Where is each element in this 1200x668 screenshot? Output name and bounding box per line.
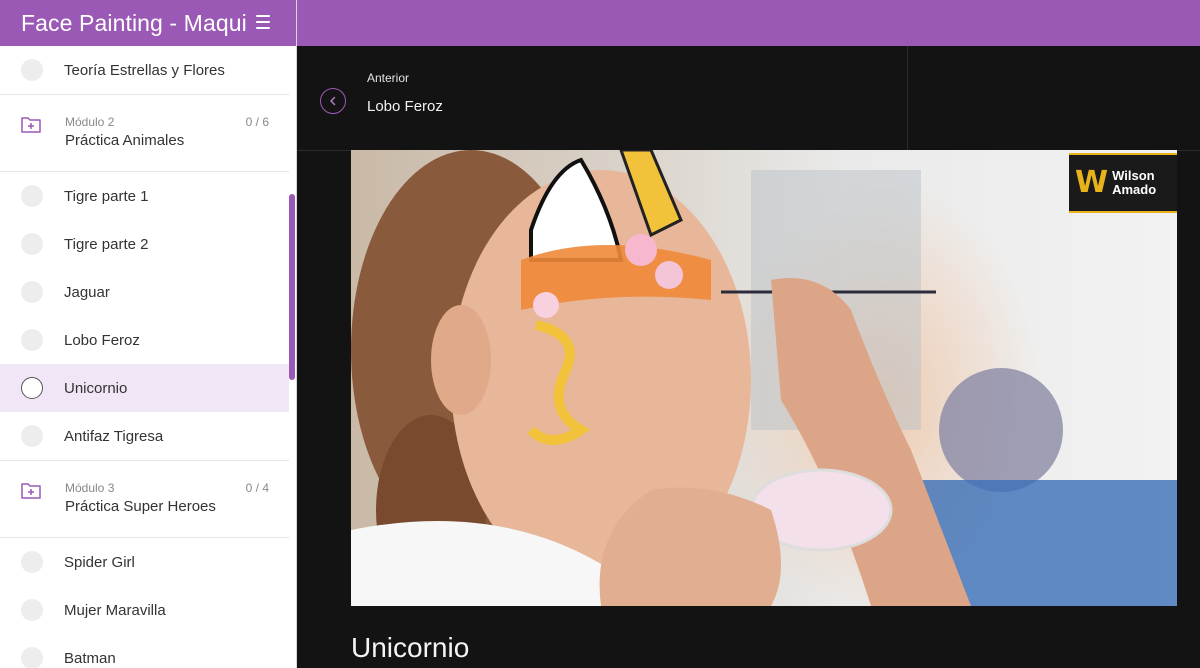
nav-divider — [907, 46, 908, 150]
lesson-status-circle — [21, 233, 43, 255]
module-progress: 0 / 6 — [245, 115, 269, 129]
lesson-status-circle — [21, 551, 43, 573]
video-player[interactable]: W Wilson Amado — [351, 150, 1177, 606]
lesson-item[interactable]: Antifaz Tigresa — [0, 412, 289, 461]
previous-lesson-button[interactable] — [320, 88, 346, 114]
logo-line2: Amado — [1112, 182, 1157, 197]
lesson-label: Jaguar — [64, 283, 110, 301]
lesson-list: Teoría Estrellas y Flores Módulo 2 Práct… — [0, 46, 289, 668]
lesson-item[interactable]: Jaguar — [0, 268, 289, 316]
lesson-item-active[interactable]: Unicornio — [0, 364, 289, 412]
lesson-status-circle — [21, 425, 43, 447]
lesson-item[interactable]: Teoría Estrellas y Flores — [0, 46, 289, 95]
channel-logo: W Wilson Amado — [1069, 153, 1177, 213]
module-number: Módulo 2 — [65, 115, 115, 129]
previous-lesson-link[interactable]: Lobo Feroz — [367, 98, 443, 115]
course-sidebar: Face Painting - Maquillaje Teoría Estrel… — [0, 0, 297, 668]
lesson-item[interactable]: Lobo Feroz — [0, 316, 289, 364]
lesson-status-circle — [21, 59, 43, 81]
sidebar-scrollbar[interactable] — [289, 194, 295, 380]
video-frame-illustration — [351, 150, 1177, 606]
main-content: Anterior Lobo Feroz W Wilson Amado Unico… — [297, 46, 1200, 668]
logo-mark: W — [1075, 165, 1109, 200]
lesson-item[interactable]: Mujer Maravilla — [0, 586, 289, 634]
lesson-label: Mujer Maravilla — [64, 601, 166, 619]
lesson-item[interactable]: Spider Girl — [0, 538, 289, 586]
lesson-status-circle — [21, 329, 43, 351]
lesson-label: Unicornio — [64, 379, 128, 397]
lesson-label: Antifaz Tigresa — [64, 427, 164, 445]
module-header[interactable]: Módulo 2 Práctica Animales 0 / 6 — [0, 95, 289, 172]
lesson-item[interactable]: Tigre parte 2 — [0, 220, 289, 268]
sidebar-header: Face Painting - Maquillaje — [0, 0, 296, 46]
lesson-label: Tigre parte 1 — [64, 187, 149, 205]
lesson-label: Spider Girl — [64, 553, 135, 571]
module-progress: 0 / 4 — [245, 481, 269, 495]
previous-label: Anterior — [367, 71, 410, 85]
lesson-item[interactable]: Tigre parte 1 — [0, 172, 289, 220]
lesson-label: Teoría Estrellas y Flores — [64, 61, 225, 79]
lesson-status-circle — [21, 647, 43, 668]
lesson-label: Lobo Feroz — [64, 331, 140, 349]
module-number: Módulo 3 — [65, 481, 115, 495]
folder-plus-icon — [21, 483, 41, 499]
module-name: Práctica Super Heroes — [65, 498, 216, 515]
module-header[interactable]: Módulo 3 Práctica Super Heroes 0 / 4 — [0, 461, 289, 538]
folder-plus-icon — [21, 117, 41, 133]
course-title: Face Painting - Maquillaje — [21, 9, 247, 36]
hamburger-icon[interactable] — [256, 15, 270, 29]
top-bar — [297, 0, 1200, 46]
lesson-title: Unicornio — [351, 632, 470, 663]
lesson-status-circle — [21, 377, 43, 399]
lesson-item[interactable]: Batman — [0, 634, 289, 668]
lesson-label: Tigre parte 2 — [64, 235, 149, 253]
lesson-status-circle — [21, 281, 43, 303]
lesson-status-circle — [21, 599, 43, 621]
lesson-navigation: Anterior Lobo Feroz — [297, 46, 1200, 151]
logo-text: Wilson Amado — [1112, 169, 1156, 197]
lesson-status-circle — [21, 185, 43, 207]
module-name: Práctica Animales — [65, 132, 185, 149]
lesson-label: Batman — [64, 649, 116, 667]
logo-line1: Wilson — [1112, 168, 1155, 183]
chevron-left-icon — [330, 96, 336, 106]
